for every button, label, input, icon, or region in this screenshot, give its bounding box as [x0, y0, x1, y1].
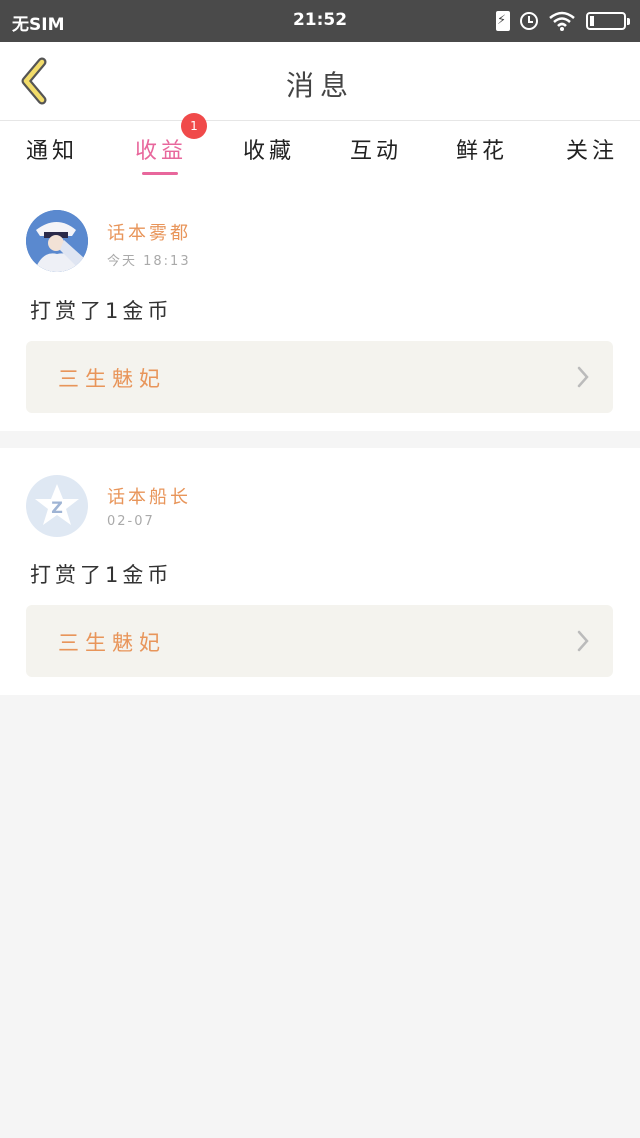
- book-link[interactable]: 三生魅妃: [26, 605, 613, 677]
- message-time: 02-07: [107, 514, 155, 529]
- active-tab-indicator: [142, 172, 178, 175]
- status-icons: [496, 8, 630, 34]
- chevron-right-icon: [577, 366, 589, 388]
- tab-following[interactable]: 关注: [537, 133, 640, 165]
- message-content: 打赏了1金币: [30, 299, 173, 323]
- chevron-right-icon: [577, 630, 589, 652]
- book-title: 三生魅妃: [58, 631, 166, 655]
- wifi-icon: [549, 11, 575, 31]
- earnings-badge: 1: [181, 113, 207, 139]
- page-title: 消息: [285, 69, 354, 102]
- tab-notify[interactable]: 通知: [0, 133, 107, 165]
- message-content: 打赏了1金币: [30, 563, 173, 587]
- book-title: 三生魅妃: [58, 367, 166, 391]
- username[interactable]: 话本船长: [107, 483, 191, 509]
- message-card: Z 话本船长 02-07 打赏了1金币 三生魅妃: [0, 448, 640, 695]
- message-card: 话本雾都 今天 18:13 打赏了1金币 三生魅妃: [0, 181, 640, 431]
- tab-flowers[interactable]: 鲜花: [427, 133, 537, 165]
- alarm-icon: [520, 12, 538, 30]
- message-time: 今天 18:13: [107, 254, 191, 269]
- charging-icon: [496, 11, 510, 31]
- svg-text:Z: Z: [51, 498, 63, 517]
- navigation-bar: 消息: [0, 42, 640, 121]
- avatar[interactable]: Z: [26, 475, 88, 537]
- username[interactable]: 话本雾都: [107, 219, 191, 245]
- tab-bar: 通知 收益 收藏 互动 鲜花 关注: [0, 121, 640, 181]
- tab-favorites[interactable]: 收藏: [214, 133, 324, 165]
- tab-interaction[interactable]: 互动: [321, 133, 431, 165]
- book-link[interactable]: 三生魅妃: [26, 341, 613, 413]
- avatar[interactable]: [26, 210, 88, 272]
- status-bar: 无SIM 21:52: [0, 0, 640, 42]
- battery-icon: [586, 12, 630, 30]
- tab-earnings[interactable]: 收益: [106, 133, 216, 165]
